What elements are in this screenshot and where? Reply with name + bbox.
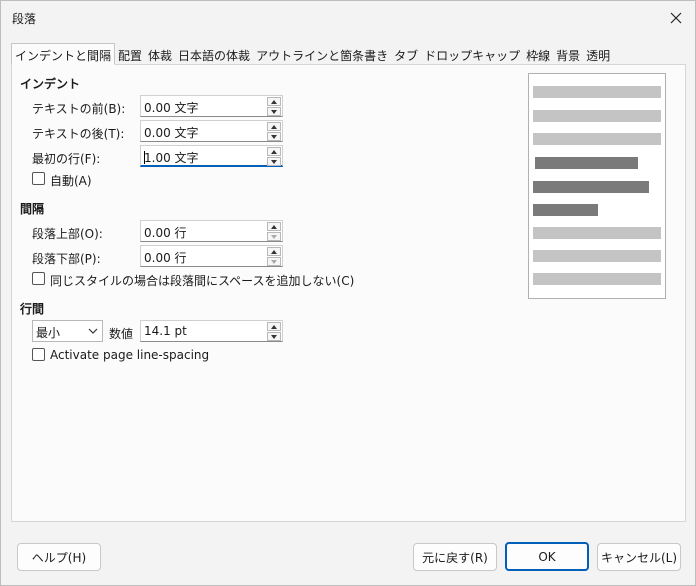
line-spacing-decrement[interactable] (267, 332, 281, 341)
help-button[interactable]: ヘルプ(H) (17, 543, 101, 571)
arrow-up-icon (271, 249, 277, 254)
arrow-down-icon (271, 159, 277, 164)
close-icon (670, 12, 682, 24)
first-line-label: 最初の行(F): (32, 152, 101, 166)
arrow-down-icon (271, 109, 277, 114)
reset-button[interactable]: 元に戻す(R) (413, 543, 497, 571)
arrow-up-icon (271, 149, 277, 154)
spacing-section-title: 間隔 (20, 202, 45, 216)
line-spacing-mode-value: 最小 (36, 326, 61, 340)
tab-borders[interactable]: 枠線 (523, 43, 553, 65)
cancel-button[interactable]: キャンセル(L) (597, 543, 681, 571)
line-spacing-section-title: 行間 (20, 302, 45, 316)
arrow-up-icon (271, 224, 277, 229)
preview-line (533, 133, 661, 145)
tab-text-flow[interactable]: 体裁 (145, 43, 175, 65)
above-paragraph-increment[interactable] (267, 222, 281, 231)
auto-label: 自動(A) (50, 174, 92, 188)
auto-checkbox[interactable] (32, 172, 45, 185)
tab-transparency[interactable]: 透明 (583, 43, 613, 65)
tab-indents-spacing[interactable]: インデントと間隔 (11, 43, 116, 65)
after-text-increment[interactable] (267, 122, 281, 131)
line-spacing-value-label: 数値 (109, 327, 134, 341)
arrow-down-icon (271, 234, 277, 239)
preview-line (533, 250, 661, 262)
page-line-spacing-label: Activate page line-spacing (50, 348, 210, 362)
paragraph-preview (528, 73, 666, 299)
title-bar: 段落 (1, 1, 695, 35)
arrow-down-icon (271, 134, 277, 139)
preview-line (533, 227, 661, 239)
below-paragraph-decrement[interactable] (267, 257, 281, 266)
first-line-spinbox[interactable]: 1.00 文字 (140, 145, 283, 167)
after-text-label: テキストの後(T): (32, 127, 125, 141)
tab-outline-list[interactable]: アウトラインと箇条書き (253, 43, 391, 65)
paragraph-dialog: 段落 インデントと間隔 配置 体裁 日本語の体裁 アウトラインと箇条書き タブ … (0, 0, 696, 586)
below-paragraph-increment[interactable] (267, 247, 281, 256)
after-text-decrement[interactable] (267, 132, 281, 141)
arrow-up-icon (271, 99, 277, 104)
no-space-same-style-checkbox[interactable] (32, 272, 45, 285)
line-spacing-value-spinbox[interactable]: 14.1 pt (140, 320, 283, 342)
tab-drop-caps[interactable]: ドロップキャップ (421, 43, 523, 65)
preview-line-current (533, 204, 598, 216)
before-text-value: 0.00 文字 (144, 101, 199, 115)
above-paragraph-decrement[interactable] (267, 232, 281, 241)
preview-line-current (535, 157, 638, 169)
after-text-value: 0.00 文字 (144, 126, 199, 140)
arrow-down-icon (271, 334, 277, 339)
preview-line (533, 86, 661, 98)
arrow-up-icon (271, 324, 277, 329)
above-paragraph-label: 段落上部(O): (32, 227, 103, 241)
first-line-decrement[interactable] (267, 157, 281, 166)
tab-tabs[interactable]: タブ (391, 43, 421, 65)
no-space-same-style-label: 同じスタイルの場合は段落間にスペースを追加しない(C) (50, 274, 355, 288)
arrow-down-icon (271, 259, 277, 264)
close-button[interactable] (661, 4, 691, 32)
preview-line (533, 273, 661, 285)
below-paragraph-value: 0.00 行 (144, 251, 187, 265)
before-text-spinbox[interactable]: 0.00 文字 (140, 95, 283, 117)
below-paragraph-spinbox[interactable]: 0.00 行 (140, 245, 283, 267)
tab-area[interactable]: 背景 (553, 43, 583, 65)
dialog-title: 段落 (12, 12, 37, 26)
line-spacing-increment[interactable] (267, 322, 281, 331)
page-line-spacing-checkbox[interactable] (32, 348, 45, 361)
line-spacing-mode-select[interactable]: 最小 (32, 320, 103, 342)
above-paragraph-value: 0.00 行 (144, 226, 187, 240)
before-text-increment[interactable] (267, 97, 281, 106)
after-text-spinbox[interactable]: 0.00 文字 (140, 120, 283, 142)
before-text-decrement[interactable] (267, 107, 281, 116)
chevron-down-icon (88, 328, 98, 334)
preview-line (533, 110, 661, 122)
first-line-increment[interactable] (267, 147, 281, 156)
indent-section-title: インデント (20, 77, 81, 91)
below-paragraph-label: 段落下部(P): (32, 252, 101, 266)
arrow-up-icon (271, 124, 277, 129)
first-line-value: 1.00 文字 (144, 151, 199, 165)
tab-asian-typography[interactable]: 日本語の体裁 (175, 43, 253, 65)
tab-alignment[interactable]: 配置 (115, 43, 145, 65)
tab-bar: インデントと間隔 配置 体裁 日本語の体裁 アウトラインと箇条書き タブ ドロッ… (11, 43, 613, 65)
above-paragraph-spinbox[interactable]: 0.00 行 (140, 220, 283, 242)
line-spacing-value: 14.1 pt (144, 324, 187, 338)
ok-button[interactable]: OK (505, 542, 589, 571)
before-text-label: テキストの前(B): (32, 102, 126, 116)
preview-line-current (533, 181, 649, 193)
